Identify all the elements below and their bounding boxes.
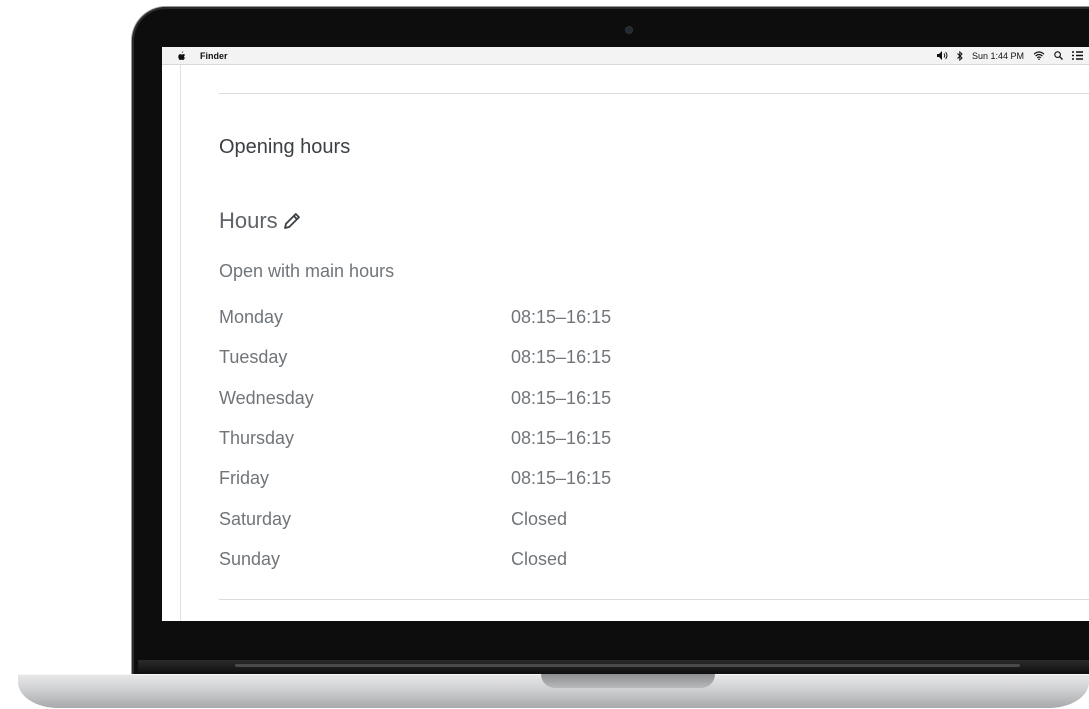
menu-bar: Finder Sun 1:44 PM — [162, 47, 1089, 65]
hours-row: Sunday Closed — [219, 549, 819, 575]
hours-row: Thursday 08:15–16:15 — [219, 428, 819, 454]
time-value: 08:15–16:15 — [511, 428, 612, 448]
day-label: Thursday — [219, 428, 295, 448]
laptop-hinge — [138, 660, 1089, 674]
search-icon[interactable] — [1054, 51, 1063, 60]
hours-heading: Hours — [219, 208, 303, 234]
time-value: 08:15–16:15 — [511, 468, 612, 488]
day-label: Wednesday — [219, 388, 314, 408]
day-label: Friday — [219, 468, 270, 488]
hours-row: Monday 08:15–16:15 — [219, 307, 819, 333]
time-value: 08:15–16:15 — [511, 388, 612, 408]
day-label: Monday — [219, 307, 284, 327]
camera-icon — [626, 27, 632, 33]
day-label: Tuesday — [219, 347, 288, 367]
time-value: Closed — [511, 549, 568, 569]
volume-icon[interactable] — [936, 51, 948, 60]
apple-icon[interactable] — [177, 50, 186, 61]
hours-row: Saturday Closed — [219, 509, 819, 535]
time-value: 08:15–16:15 — [511, 307, 612, 327]
hinge-highlight — [235, 664, 1020, 667]
laptop-notch — [541, 674, 715, 688]
time-value: Closed — [511, 509, 568, 529]
app-name[interactable]: Finder — [200, 51, 228, 61]
bluetooth-icon[interactable] — [957, 50, 963, 61]
hours-subtitle: Open with main hours — [219, 261, 395, 281]
day-label: Sunday — [219, 549, 281, 569]
clock-text[interactable]: Sun 1:44 PM — [972, 51, 1024, 61]
time-value: 08:15–16:15 — [511, 347, 612, 367]
pencil-icon[interactable] — [281, 210, 303, 232]
hours-row: Wednesday 08:15–16:15 — [219, 388, 819, 414]
screen: Finder Sun 1:44 PM Opening hours Hours O… — [162, 47, 1089, 621]
top-divider — [219, 93, 1089, 94]
wifi-icon[interactable] — [1033, 51, 1045, 60]
section-title: Opening hours — [219, 136, 351, 158]
hours-row: Tuesday 08:15–16:15 — [219, 347, 819, 373]
hours-row: Friday 08:15–16:15 — [219, 468, 819, 494]
hours-title: Hours — [219, 208, 278, 233]
page-content: Opening hours Hours Open with main hours… — [162, 65, 1089, 621]
left-divider — [180, 65, 181, 621]
bottom-divider — [219, 599, 1089, 600]
status-area: Sun 1:44 PM — [936, 50, 1089, 61]
day-label: Saturday — [219, 509, 292, 529]
list-icon[interactable] — [1072, 51, 1083, 60]
